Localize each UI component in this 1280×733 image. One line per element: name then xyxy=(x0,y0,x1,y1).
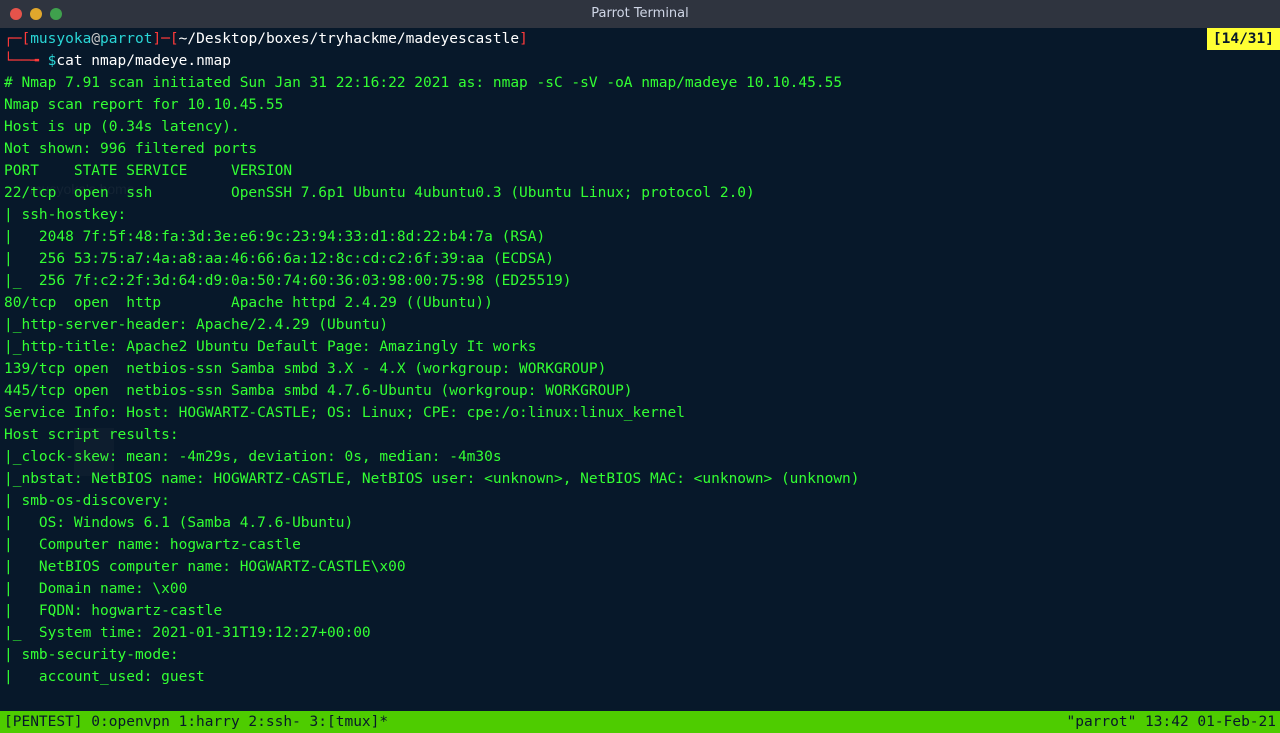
output-line: |_nbstat: NetBIOS name: HOGWARTZ-CASTLE,… xyxy=(4,468,1276,490)
output-line: | FQDN: hogwartz-castle xyxy=(4,600,1276,622)
output-line: |_http-title: Apache2 Ubuntu Default Pag… xyxy=(4,336,1276,358)
statusbar-right: "parrot" 13:42 01-Feb-21 xyxy=(1066,711,1276,733)
output-line: Nmap scan report for 10.10.45.55 xyxy=(4,94,1276,116)
tmux-statusbar: [PENTEST] 0:openvpn 1:harry 2:ssh- 3:[tm… xyxy=(0,711,1280,733)
output-line: |_ System time: 2021-01-31T19:12:27+00:0… xyxy=(4,622,1276,644)
output-line: | 256 53:75:a7:4a:a8:aa:46:66:6a:12:8c:c… xyxy=(4,248,1276,270)
output-line: 445/tcp open netbios-ssn Samba smbd 4.7.… xyxy=(4,380,1276,402)
prompt-host: parrot xyxy=(100,31,152,47)
output-line: | Computer name: hogwartz-castle xyxy=(4,534,1276,556)
output-line: # Nmap 7.91 scan initiated Sun Jan 31 22… xyxy=(4,72,1276,94)
statusbar-left[interactable]: [PENTEST] 0:openvpn 1:harry 2:ssh- 3:[tm… xyxy=(4,711,388,733)
prompt-user: musyoka xyxy=(30,31,91,47)
window-controls xyxy=(0,8,62,20)
output-line: | ssh-hostkey: xyxy=(4,204,1276,226)
output-line: | 2048 7f:5f:48:fa:3d:3e:e6:9c:23:94:33:… xyxy=(4,226,1276,248)
pane-counter: [14/31] xyxy=(1207,28,1280,50)
window-titlebar: Parrot Terminal xyxy=(0,0,1280,28)
command-text: cat nmap/madeye.nmap xyxy=(56,53,231,69)
output-line: | smb-security-mode: xyxy=(4,644,1276,666)
output-line: |_clock-skew: mean: -4m29s, deviation: 0… xyxy=(4,446,1276,468)
output-line: PORT STATE SERVICE VERSION xyxy=(4,160,1276,182)
prompt-path: ~/Desktop/boxes/tryhackme/madeyescastle xyxy=(179,31,519,47)
prompt-line-2: └──╼ $cat nmap/madeye.nmap xyxy=(4,50,1276,72)
minimize-icon[interactable] xyxy=(30,8,42,20)
output-line: 139/tcp open netbios-ssn Samba smbd 3.X … xyxy=(4,358,1276,380)
output-line: | smb-os-discovery: xyxy=(4,490,1276,512)
output-line: 22/tcp open ssh OpenSSH 7.6p1 Ubuntu 4ub… xyxy=(4,182,1276,204)
close-icon[interactable] xyxy=(10,8,22,20)
prompt-corner: ┌─[ xyxy=(4,31,30,47)
output-line: 80/tcp open http Apache httpd 2.4.29 ((U… xyxy=(4,292,1276,314)
prompt-at: @ xyxy=(91,31,100,47)
output-line: |_ 256 7f:c2:2f:3d:64:d9:0a:50:74:60:36:… xyxy=(4,270,1276,292)
terminal-area[interactable]: musyoka's home [14/31] ┌─[musyoka@parrot… xyxy=(0,28,1280,733)
prompt-corner2: └──╼ xyxy=(4,53,48,69)
output-line: | NetBIOS computer name: HOGWARTZ-CASTLE… xyxy=(4,556,1276,578)
window-title: Parrot Terminal xyxy=(591,3,689,25)
output-line: Not shown: 996 filtered ports xyxy=(4,138,1276,160)
prompt-sep: ]─[ xyxy=(152,31,178,47)
maximize-icon[interactable] xyxy=(50,8,62,20)
output-line: | Domain name: \x00 xyxy=(4,578,1276,600)
output-line: Host is up (0.34s latency). xyxy=(4,116,1276,138)
prompt-close: ] xyxy=(519,31,528,47)
prompt-line-1: ┌─[musyoka@parrot]─[~/Desktop/boxes/tryh… xyxy=(4,28,1276,50)
output-line: | account_used: guest xyxy=(4,666,1276,688)
output-line: |_http-server-header: Apache/2.4.29 (Ubu… xyxy=(4,314,1276,336)
output-line: Service Info: Host: HOGWARTZ-CASTLE; OS:… xyxy=(4,402,1276,424)
output-line: Host script results: xyxy=(4,424,1276,446)
output-line: | OS: Windows 6.1 (Samba 4.7.6-Ubuntu) xyxy=(4,512,1276,534)
